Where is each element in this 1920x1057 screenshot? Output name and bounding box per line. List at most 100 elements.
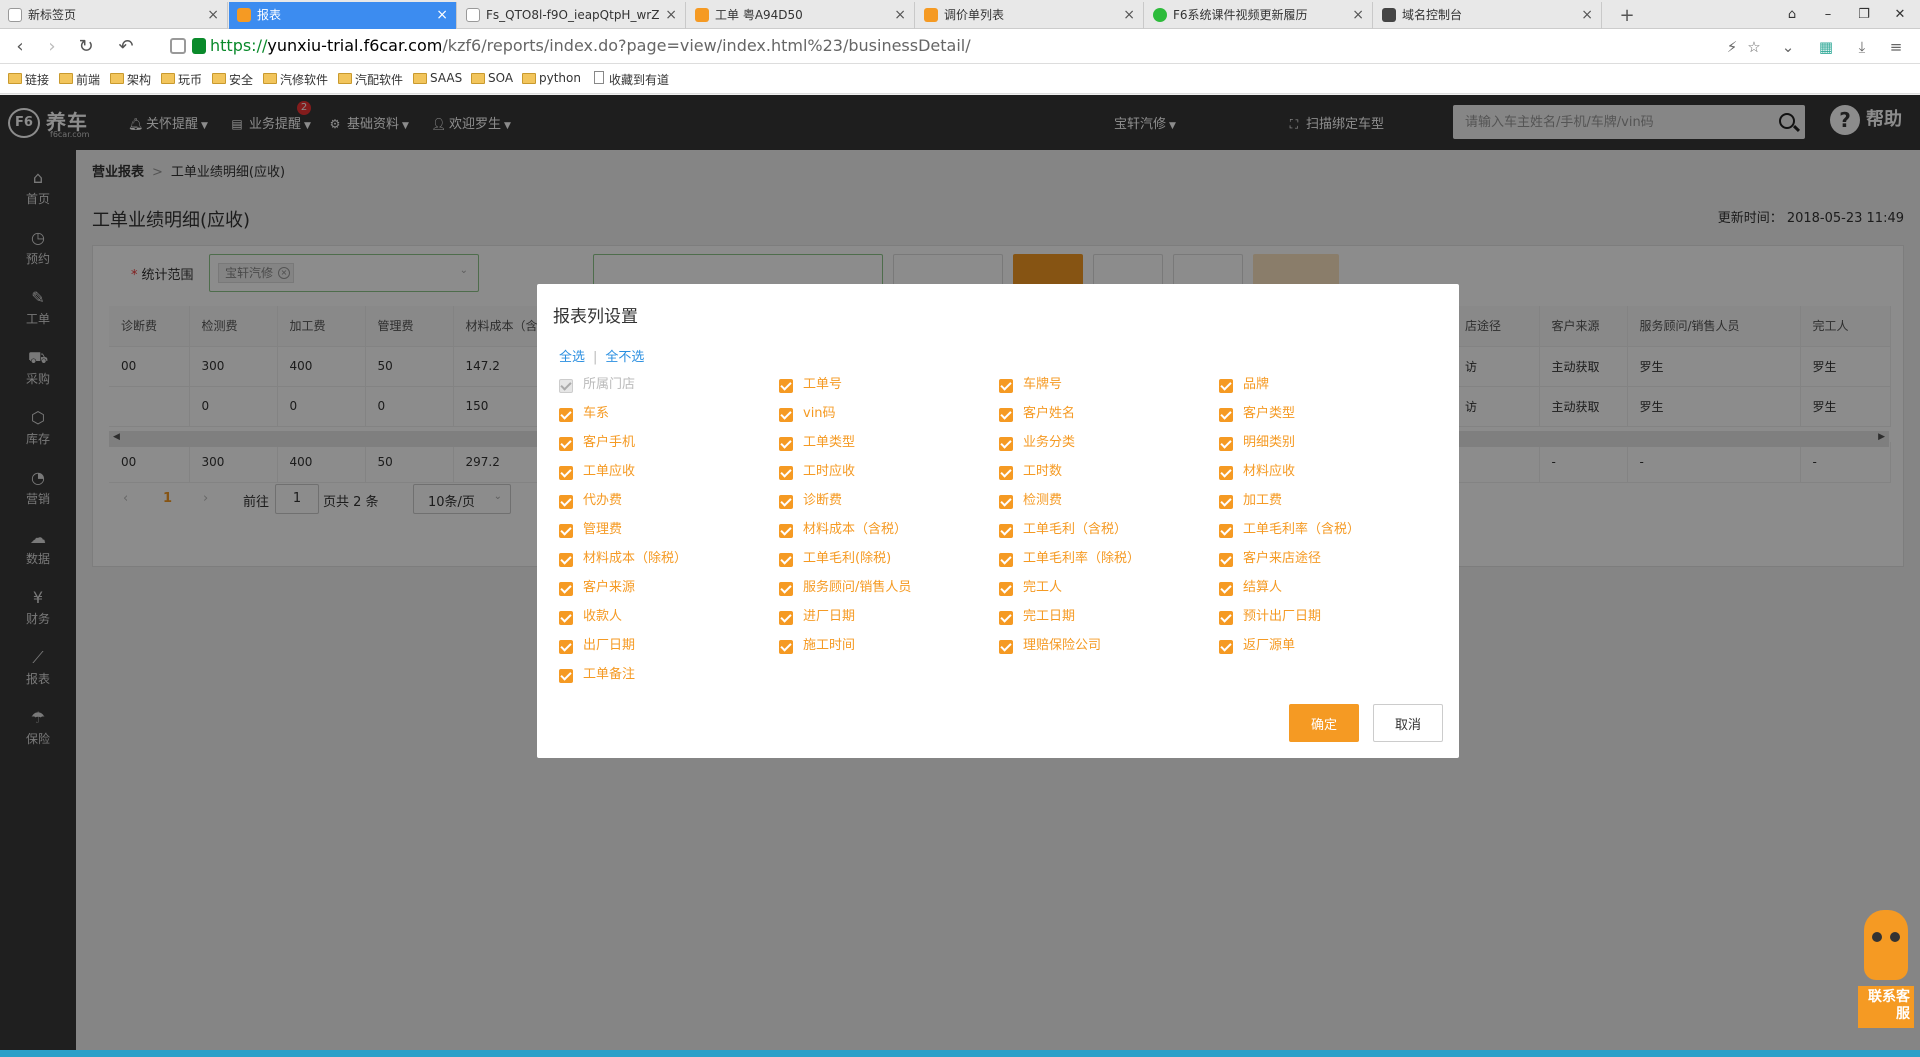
column-option-checkbox[interactable]: 材料成本（含税）	[779, 521, 907, 541]
new-tab-icon[interactable]: +	[1616, 2, 1638, 29]
star-icon[interactable]: ☆	[1742, 35, 1766, 59]
column-option-checkbox[interactable]: 完工日期	[999, 608, 1075, 628]
column-option-checkbox[interactable]: 进厂日期	[779, 608, 855, 628]
url-field[interactable]: https://yunxiu-trial.f6car.com/kzf6/repo…	[210, 36, 971, 55]
column-option-checkbox[interactable]: 工时应收	[779, 463, 855, 483]
checkbox-checked-icon	[779, 408, 793, 422]
close-icon[interactable]: ×	[894, 2, 906, 29]
bookmark-item[interactable]: 玩币	[161, 71, 202, 88]
customer-service-widget[interactable]: 联系客服	[1856, 910, 1916, 1030]
f6-icon	[924, 8, 938, 22]
close-icon[interactable]: ×	[436, 2, 448, 29]
column-option-checkbox[interactable]: 材料应收	[1219, 463, 1295, 483]
bookmark-item[interactable]: 前端	[59, 71, 100, 88]
column-option-checkbox[interactable]: 检测费	[999, 492, 1062, 512]
column-option-checkbox[interactable]: 返厂源单	[1219, 637, 1295, 657]
column-option-checkbox[interactable]: 完工人	[999, 579, 1062, 599]
bookmarks-bar: 链接 前端 架构 玩币 安全 汽修软件 汽配软件 SAAS SOA python…	[0, 64, 1920, 94]
back-icon[interactable]: ‹	[8, 35, 32, 59]
column-option-checkbox[interactable]: 工单毛利(除税)	[779, 550, 891, 570]
bookmark-item[interactable]: python	[522, 71, 581, 85]
column-option-checkbox[interactable]: 工单号	[779, 376, 842, 396]
close-icon[interactable]: ×	[1352, 2, 1364, 29]
select-none-link[interactable]: 全不选	[605, 350, 644, 365]
reload-icon[interactable]: ↻	[74, 35, 98, 59]
column-option-checkbox[interactable]: 客户姓名	[999, 405, 1075, 425]
column-option-checkbox[interactable]: 工单毛利（含税）	[999, 521, 1127, 541]
confirm-button[interactable]: 确定	[1289, 704, 1359, 742]
column-option-checkbox[interactable]: 工单备注	[559, 666, 635, 686]
close-icon[interactable]: ×	[1123, 2, 1135, 29]
browser-tab-active[interactable]: 报表 ×	[229, 2, 457, 29]
column-option-checkbox[interactable]: 材料成本（除税）	[559, 550, 687, 570]
browser-tab[interactable]: 新标签页 ×	[0, 2, 228, 29]
column-option-checkbox[interactable]: 工单类型	[779, 434, 855, 454]
column-option-checkbox[interactable]: 代办费	[559, 492, 622, 512]
browser-tab[interactable]: F6系统课件视频更新履历 ×	[1145, 2, 1373, 29]
column-option-checkbox[interactable]: 客户手机	[559, 434, 635, 454]
checkbox-checked-icon	[999, 553, 1013, 567]
column-option-checkbox[interactable]: 工时数	[999, 463, 1062, 483]
column-option-checkbox[interactable]: 预计出厂日期	[1219, 608, 1321, 628]
bookmark-item[interactable]: 汽配软件	[338, 71, 403, 88]
forward-icon[interactable]: ›	[40, 35, 64, 59]
close-icon[interactable]: ×	[665, 2, 677, 29]
checkbox-checked-icon	[999, 408, 1013, 422]
browser-tab[interactable]: 域名控制台 ×	[1374, 2, 1602, 29]
column-option-checkbox[interactable]: 客户来源	[559, 579, 635, 599]
column-option-checkbox[interactable]: 车系	[559, 405, 609, 425]
undo-icon[interactable]: ↶	[114, 35, 138, 59]
checkbox-checked-icon	[999, 495, 1013, 509]
column-option-checkbox[interactable]: 加工费	[1219, 492, 1282, 512]
column-option-checkbox[interactable]: 客户来店途径	[1219, 550, 1321, 570]
bookmark-label: SOA	[488, 71, 514, 85]
column-option-checkbox[interactable]: 工单毛利率（除税）	[999, 550, 1140, 570]
column-option-checkbox[interactable]: 收款人	[559, 608, 622, 628]
column-option-checkbox[interactable]: 诊断费	[779, 492, 842, 512]
mascot-robot-icon	[1864, 910, 1908, 980]
tab-label: 报表	[257, 8, 282, 22]
column-option-checkbox[interactable]: 管理费	[559, 521, 622, 541]
option-label: 代办费	[583, 493, 623, 508]
bookmark-item[interactable]: 收藏到有道	[592, 71, 669, 88]
option-label: 工单毛利率（含税）	[1243, 522, 1361, 537]
minimize-icon[interactable]: –	[1810, 0, 1846, 29]
column-option-checkbox[interactable]: 车牌号	[999, 376, 1062, 396]
chevron-down-icon[interactable]: ⌄	[1776, 35, 1800, 59]
column-option-checkbox[interactable]: 服务顾问/销售人员	[779, 579, 911, 599]
column-option-checkbox[interactable]: 工单毛利率（含税）	[1219, 521, 1360, 541]
column-option-checkbox[interactable]: 施工时间	[779, 637, 855, 657]
restore-icon[interactable]: ❐	[1846, 0, 1882, 29]
close-icon[interactable]: ×	[1581, 2, 1593, 29]
bookmark-item[interactable]: 安全	[212, 71, 253, 88]
column-option-checkbox[interactable]: 业务分类	[999, 434, 1075, 454]
cancel-button[interactable]: 取消	[1373, 704, 1443, 742]
browser-tab[interactable]: 调价单列表 ×	[916, 2, 1144, 29]
skin-icon[interactable]: ⌂	[1774, 0, 1810, 29]
column-option-checkbox[interactable]: 品牌	[1219, 376, 1269, 396]
checkbox-checked-icon	[1219, 582, 1233, 596]
checkbox-checked-icon	[559, 640, 573, 654]
bookmark-item[interactable]: 架构	[110, 71, 151, 88]
column-option-checkbox[interactable]: 结算人	[1219, 579, 1282, 599]
column-option-checkbox[interactable]: 理赔保险公司	[999, 637, 1101, 657]
menu-icon[interactable]: ≡	[1884, 35, 1908, 59]
column-option-checkbox[interactable]: 客户类型	[1219, 405, 1295, 425]
bookmark-item[interactable]: 链接	[8, 71, 49, 88]
bookmark-item[interactable]: 汽修软件	[263, 71, 328, 88]
browser-tab[interactable]: Fs_QTO8l-f9O_ieapQtpH_wrZ ×	[458, 2, 686, 29]
column-option-checkbox[interactable]: 工单应收	[559, 463, 635, 483]
column-option-checkbox[interactable]: 出厂日期	[559, 637, 635, 657]
lightning-icon[interactable]: ⚡	[1720, 35, 1744, 59]
bookmark-item[interactable]: SOA	[471, 71, 513, 85]
window-close-icon[interactable]: ✕	[1882, 0, 1918, 29]
browser-tab[interactable]: 工单 粤A94D50 ×	[687, 2, 915, 29]
select-all-link[interactable]: 全选	[559, 350, 585, 365]
apps-icon[interactable]: ▦	[1814, 35, 1838, 59]
column-option-checkbox[interactable]: 明细类别	[1219, 434, 1295, 454]
close-icon[interactable]: ×	[207, 2, 219, 29]
column-option-checkbox[interactable]: vin码	[779, 405, 836, 425]
download-icon[interactable]: ⤓	[1850, 35, 1874, 59]
option-label: 返厂源单	[1243, 638, 1296, 653]
bookmark-item[interactable]: SAAS	[413, 71, 462, 85]
